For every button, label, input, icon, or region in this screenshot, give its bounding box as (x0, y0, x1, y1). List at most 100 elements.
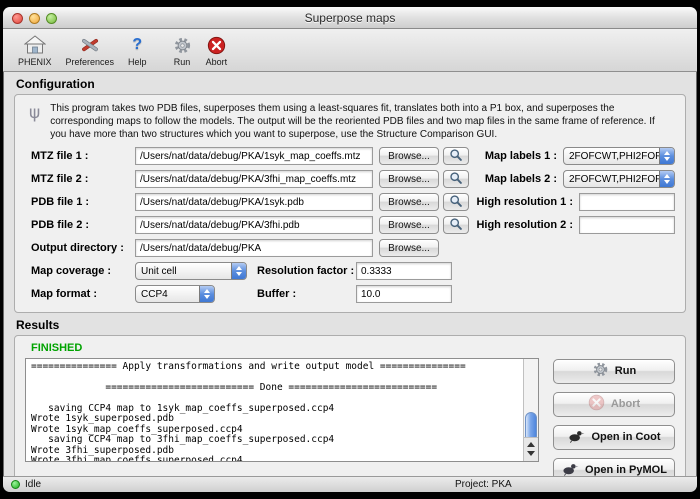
abort-button-label: Abort (611, 398, 640, 410)
toolbar-run-button[interactable]: Run (166, 31, 199, 70)
open-in-pymol-button[interactable]: Open in PyMOL (553, 458, 675, 476)
abort-x-icon (207, 34, 226, 56)
map-format-select[interactable]: CCP4 (135, 285, 215, 303)
pdb-file-1-browse-button[interactable]: Browse... (379, 193, 439, 211)
console-line (31, 372, 518, 383)
window-title: Superpose maps (3, 11, 697, 25)
toolbar-preferences-button[interactable]: Preferences (59, 31, 122, 70)
magnifier-icon (449, 148, 463, 165)
run-button[interactable]: Run (553, 359, 675, 384)
pdb-file-2-input[interactable] (135, 216, 373, 234)
scroll-down-icon (527, 451, 535, 456)
map-labels-1-value: 2FOFCWT,PHI2FOF... (564, 151, 659, 162)
map-labels-2-value: 2FOFCWT,PHI2FOF... (564, 174, 659, 185)
buffer-input[interactable] (356, 285, 452, 303)
results-buttons: Run Abort Open in Coot Open in PyMOL (553, 358, 675, 476)
pymol-bird-icon (561, 462, 579, 476)
mtz-file-2-label: MTZ file 2 : (31, 173, 135, 185)
open-in-coot-button[interactable]: Open in Coot (553, 425, 675, 450)
results-box: FINISHED =============== Apply transform… (14, 335, 686, 476)
description-text: This program takes two PDB files, superp… (50, 102, 665, 142)
configuration-box: ψ This program takes two PDB files, supe… (14, 94, 686, 313)
map-format-row: Map format : CCP4 Buffer : (31, 285, 675, 304)
map-format-value: CCP4 (136, 289, 199, 300)
toolbar-item-label: Abort (206, 57, 228, 67)
mtz-file-1-row: MTZ file 1 : Browse... Map labels 1 : 2F… (31, 147, 675, 166)
output-directory-input[interactable] (135, 239, 373, 257)
mtz-file-2-row: MTZ file 2 : Browse... Map labels 2 : 2F… (31, 170, 675, 189)
resolution-factor-input[interactable] (356, 262, 452, 280)
console-line (31, 393, 518, 404)
toolbar-item-label: Preferences (66, 57, 115, 67)
console-output[interactable]: =============== Apply transformations an… (25, 358, 539, 462)
mtz-file-2-browse-button[interactable]: Browse... (379, 170, 439, 188)
tools-icon (79, 34, 101, 56)
map-labels-1-select[interactable]: 2FOFCWT,PHI2FOF... (563, 147, 675, 165)
pdb-file-1-inspect-button[interactable] (443, 193, 469, 211)
status-bar: Idle Project: PKA (3, 476, 697, 492)
open-in-coot-label: Open in Coot (591, 431, 660, 443)
console-line: =============== Apply transformations an… (31, 362, 518, 373)
high-resolution-2-input[interactable] (579, 216, 675, 234)
status-text: Idle (25, 479, 41, 490)
combo-arrows-icon (659, 148, 674, 164)
map-format-label: Map format : (31, 288, 135, 300)
mtz-file-1-browse-button[interactable]: Browse... (379, 147, 439, 165)
results-heading: Results (16, 318, 686, 332)
idle-status-icon (11, 480, 20, 489)
resolution-factor-label: Resolution factor : (257, 265, 356, 277)
titlebar[interactable]: Superpose maps (3, 7, 697, 29)
toolbar-item-label: Help (128, 57, 147, 67)
scroll-up-icon (527, 442, 535, 447)
pdb-file-1-row: PDB file 1 : Browse... High resolution 1… (31, 193, 675, 212)
pdb-file-1-input[interactable] (135, 193, 373, 211)
content-area: Configuration ψ This program takes two P… (3, 72, 697, 476)
mtz-file-2-inspect-button[interactable] (443, 170, 469, 188)
toolbar-item-label: Run (174, 57, 191, 67)
configuration-heading: Configuration (16, 77, 686, 91)
output-directory-label: Output directory : (31, 242, 135, 254)
project-label: Project: PKA (455, 479, 512, 490)
console-scrollbar[interactable] (523, 359, 538, 461)
console-line: saving CCP4 map to 3fhi_map_coeffs_super… (31, 435, 518, 446)
pdb-file-2-browse-button[interactable]: Browse... (379, 216, 439, 234)
map-coverage-select[interactable]: Unit cell (135, 262, 247, 280)
pdb-file-2-inspect-button[interactable] (443, 216, 469, 234)
gear-icon (592, 361, 609, 381)
phenix-home-icon (24, 34, 46, 56)
console-text: =============== Apply transformations an… (26, 359, 538, 462)
combo-arrows-icon (659, 171, 674, 187)
console-line: Wrote 1syk_superposed.pdb (31, 414, 518, 425)
output-directory-browse-button[interactable]: Browse... (379, 239, 439, 257)
high-resolution-2-label: High resolution 2 : (476, 219, 573, 231)
toolbar-item-label: PHENIX (18, 57, 52, 67)
map-labels-2-select[interactable]: 2FOFCWT,PHI2FOF... (563, 170, 675, 188)
toolbar-phenix-button[interactable]: PHENIX (11, 31, 59, 70)
mtz-file-1-input[interactable] (135, 147, 373, 165)
help-icon: ? (132, 34, 142, 56)
gear-icon (173, 34, 192, 56)
abort-x-icon (588, 394, 605, 414)
app-window: Superpose maps PHENIX Preferences ? Help… (3, 7, 697, 492)
toolbar-abort-button[interactable]: Abort (199, 31, 235, 70)
map-coverage-value: Unit cell (136, 266, 231, 277)
high-resolution-1-input[interactable] (579, 193, 675, 211)
scrollbar-arrow-buttons[interactable] (524, 437, 538, 461)
program-description: ψ This program takes two PDB files, supe… (15, 95, 685, 147)
run-button-label: Run (615, 365, 636, 377)
mtz-file-2-input[interactable] (135, 170, 373, 188)
high-resolution-1-label: High resolution 1 : (476, 196, 573, 208)
output-directory-row: Output directory : Browse... (31, 239, 675, 258)
phenix-glyph-icon: ψ (29, 105, 40, 122)
magnifier-icon (449, 194, 463, 211)
mtz-file-1-label: MTZ file 1 : (31, 150, 135, 162)
map-labels-2-label: Map labels 2 : (485, 173, 557, 185)
abort-button[interactable]: Abort (553, 392, 675, 417)
map-coverage-row: Map coverage : Unit cell Resolution fact… (31, 262, 675, 281)
toolbar-help-button[interactable]: ? Help (121, 31, 154, 70)
buffer-label: Buffer : (257, 288, 356, 300)
pdb-file-2-label: PDB file 2 : (31, 219, 135, 231)
combo-arrows-icon (199, 286, 214, 302)
mtz-file-1-inspect-button[interactable] (443, 147, 469, 165)
magnifier-icon (449, 217, 463, 234)
